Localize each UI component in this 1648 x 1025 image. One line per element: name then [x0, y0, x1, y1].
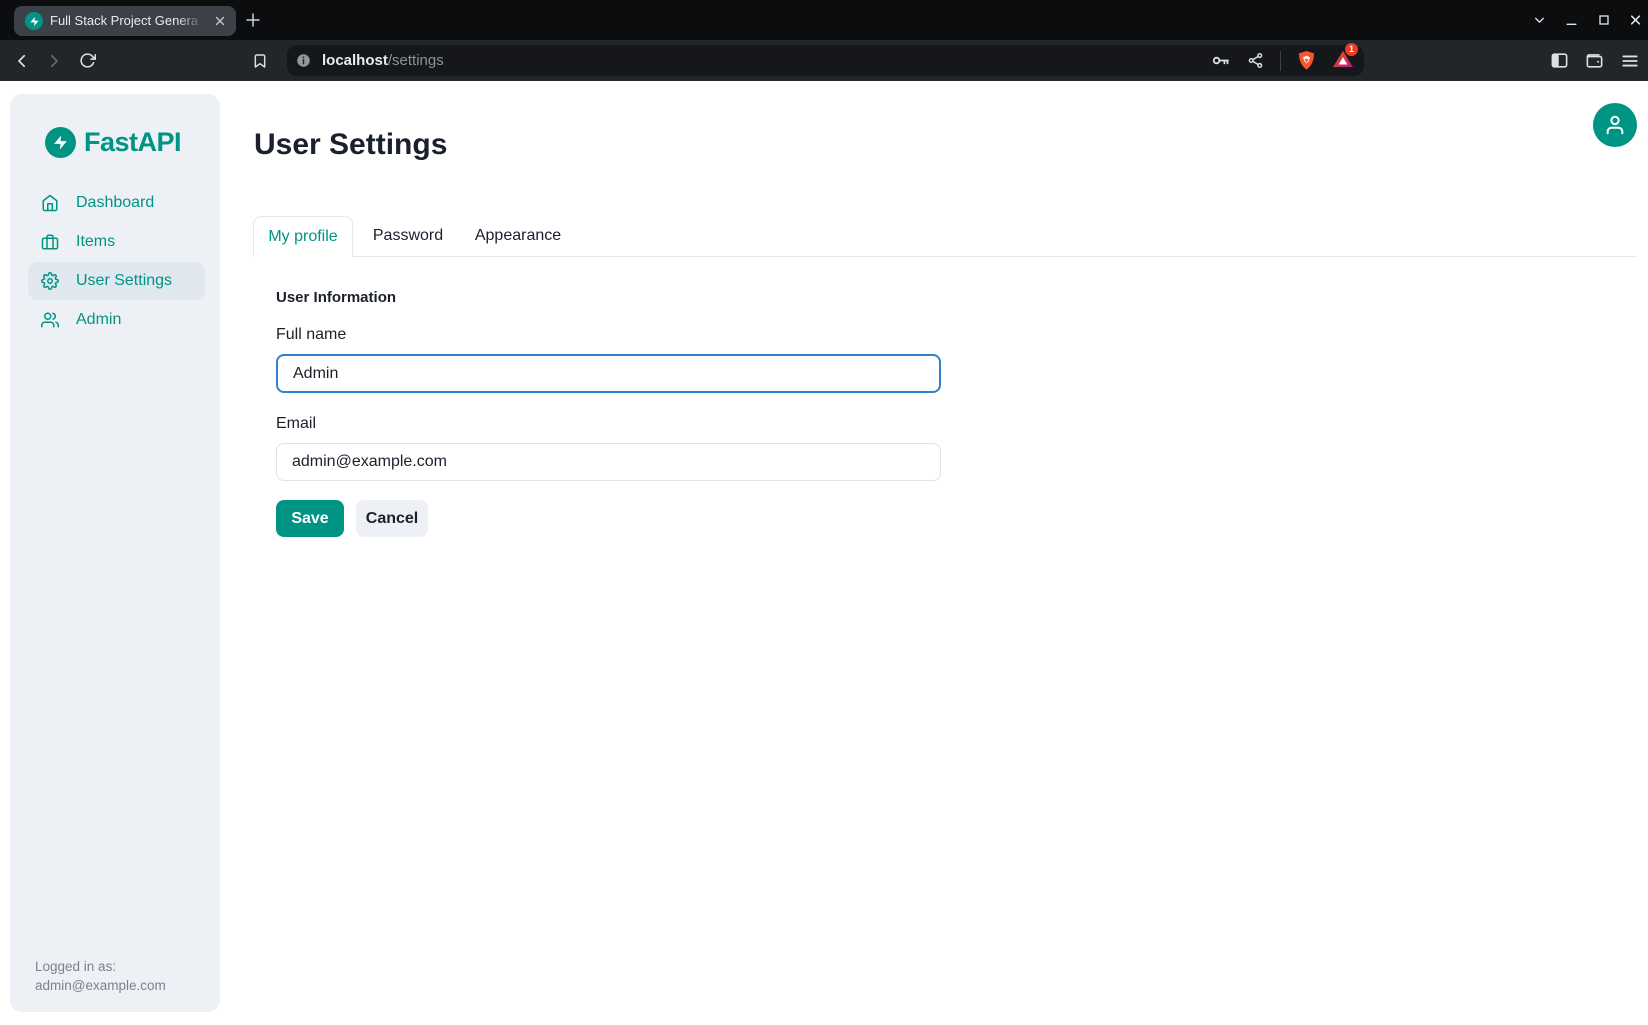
url-host: localhost	[322, 52, 388, 69]
sidebar-item-dashboard[interactable]: Dashboard	[28, 184, 205, 222]
full-name-label: Full name	[276, 326, 346, 344]
email-label: Email	[276, 415, 316, 433]
logged-in-footer: Logged in as: admin@example.com	[35, 957, 166, 995]
back-button[interactable]	[10, 40, 34, 81]
key-icon[interactable]	[1210, 50, 1231, 71]
sidebar-item-label: Items	[76, 233, 115, 251]
logged-in-email: admin@example.com	[35, 976, 166, 995]
sidebar-item-label: Dashboard	[76, 194, 154, 212]
menu-hamburger-icon[interactable]	[1620, 51, 1640, 71]
window-maximize-button[interactable]	[1597, 14, 1610, 27]
sidebar-panel-icon[interactable]	[1550, 51, 1569, 70]
settings-tabs: My profile Password Appearance	[253, 216, 1637, 257]
window-minimize-button[interactable]	[1565, 14, 1578, 27]
save-button[interactable]: Save	[276, 500, 344, 537]
brave-shield-icon[interactable]	[1297, 50, 1316, 71]
tab-my-profile[interactable]: My profile	[253, 216, 353, 257]
browser-tab[interactable]: Full Stack Project Genera	[14, 6, 236, 36]
new-tab-button[interactable]	[244, 11, 262, 29]
rewards-badge: 1	[1345, 43, 1358, 56]
sidebar-nav: Dashboard Items User Settings	[28, 184, 205, 340]
forward-button[interactable]	[42, 40, 66, 81]
sidebar: FastAPI Dashboard Items	[10, 94, 220, 1012]
cancel-button[interactable]: Cancel	[356, 500, 428, 537]
users-icon	[41, 311, 59, 329]
home-icon	[41, 194, 59, 212]
sidebar-item-admin[interactable]: Admin	[28, 301, 205, 339]
page-title: User Settings	[254, 128, 447, 162]
sidebar-item-label: User Settings	[76, 272, 172, 290]
tab-search-chevron-icon[interactable]	[1533, 14, 1546, 27]
address-bar[interactable]: localhost/settings	[287, 45, 1364, 76]
fastapi-bolt-icon	[45, 127, 76, 158]
section-heading: User Information	[276, 289, 396, 306]
browser-window: Full Stack Project Genera	[0, 0, 1648, 1025]
fastapi-logo: FastAPI	[45, 127, 181, 158]
tab-title-fade	[178, 7, 208, 35]
gear-icon	[41, 272, 59, 290]
tab-password[interactable]: Password	[353, 216, 463, 256]
full-name-input[interactable]	[276, 354, 941, 393]
browser-toolbar: localhost/settings	[0, 40, 1648, 81]
sidebar-item-items[interactable]: Items	[28, 223, 205, 261]
user-icon	[1604, 114, 1626, 136]
window-close-button[interactable]	[1629, 14, 1642, 27]
toolbar-divider	[1280, 51, 1281, 71]
sidebar-item-user-settings[interactable]: User Settings	[28, 262, 205, 300]
bookmark-icon[interactable]	[248, 40, 272, 81]
tab-appearance[interactable]: Appearance	[463, 216, 573, 256]
wallet-icon[interactable]	[1585, 51, 1604, 70]
briefcase-icon	[41, 233, 59, 251]
url-path: /settings	[388, 52, 444, 69]
reload-button[interactable]	[75, 40, 99, 81]
browser-titlebar: Full Stack Project Genera	[0, 0, 1648, 40]
sidebar-item-label: Admin	[76, 311, 121, 329]
logged-in-label: Logged in as:	[35, 957, 166, 976]
brand-name: FastAPI	[84, 127, 181, 158]
share-icon[interactable]	[1247, 52, 1264, 69]
email-input[interactable]	[276, 443, 941, 481]
site-info-icon[interactable]	[296, 53, 311, 68]
url-text: localhost/settings	[322, 45, 444, 76]
app-page: FastAPI Dashboard Items	[0, 81, 1648, 1025]
user-avatar-button[interactable]	[1593, 103, 1637, 147]
brave-rewards-icon[interactable]: 1	[1332, 49, 1354, 73]
tab-close-icon[interactable]	[213, 14, 227, 28]
fastapi-favicon-icon	[25, 12, 43, 30]
